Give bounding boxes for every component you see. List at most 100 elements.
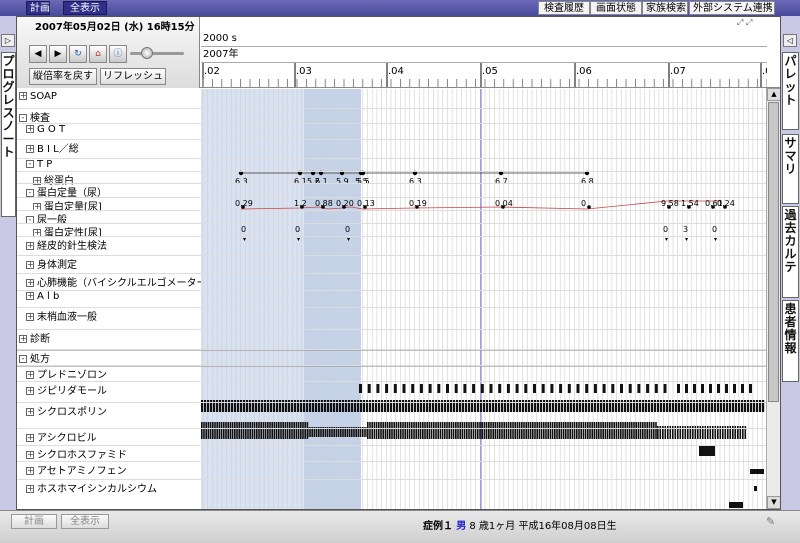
row-label[interactable]: + G O T: [17, 124, 201, 135]
expand-left-icon[interactable]: ▷: [1, 34, 15, 47]
expand-toggle-icon[interactable]: +: [26, 279, 34, 287]
summary-tab[interactable]: サマリ: [782, 134, 799, 204]
refresh-button[interactable]: リフレッシュ: [100, 68, 166, 85]
palette-tab[interactable]: パレット: [782, 52, 799, 130]
tp-value: 5.9: [336, 177, 349, 186]
past-karte-tab[interactable]: 過去カルテ: [782, 206, 799, 298]
cyclosporine-dose: [256, 422, 258, 439]
expand-toggle-icon[interactable]: +: [26, 261, 34, 269]
bottom-plan-button[interactable]: 計画: [11, 514, 57, 529]
family-search-button[interactable]: 家族検索: [642, 1, 688, 15]
row-label[interactable]: + B I L／総: [17, 140, 201, 155]
row-label[interactable]: + 心肺機能（バイシクルエルゴメーター）: [17, 274, 201, 289]
expand-toggle-icon[interactable]: +: [19, 335, 27, 343]
show-all-tab[interactable]: 全表示: [63, 1, 107, 15]
bottom-show-all-button[interactable]: 全表示: [61, 514, 109, 529]
expand-toggle-icon[interactable]: +: [19, 92, 27, 100]
cyclosporine-dose: [253, 422, 256, 439]
cyclosporine-dose: [620, 422, 622, 439]
row-label[interactable]: + SOAP: [17, 91, 201, 102]
row-label[interactable]: + 経皮的針生検法: [17, 237, 201, 252]
zoom-slider-knob[interactable]: [141, 47, 153, 59]
row-label[interactable]: + 末梢血液一般: [17, 308, 201, 323]
expand-toggle-icon[interactable]: +: [26, 434, 34, 442]
row-label[interactable]: + シクロスポリン: [17, 403, 201, 418]
cyclosporine-dose: [380, 422, 382, 439]
cyclosporine-dose: [424, 422, 426, 439]
expand-toggle-icon[interactable]: -: [26, 160, 34, 168]
cyclosporine-dose: [514, 422, 516, 439]
expand-toggle-icon[interactable]: +: [26, 145, 34, 153]
collapse-right-icon[interactable]: ◁: [783, 34, 797, 47]
prednisolone-dose: [701, 384, 704, 393]
row-label[interactable]: -T P: [17, 159, 201, 170]
row-label[interactable]: + アセトアミノフェン: [17, 462, 201, 477]
progress-note-tab[interactable]: プログレスノート: [1, 52, 16, 217]
info-icon[interactable]: ⓘ: [109, 45, 127, 63]
cyclosporine-dose: [386, 422, 389, 439]
expand-toggle-icon[interactable]: +: [26, 371, 34, 379]
expand-toggle-icon[interactable]: +: [26, 485, 34, 493]
expand-toggle-icon[interactable]: -: [19, 114, 27, 122]
row-label[interactable]: + プレドニゾロン: [17, 366, 201, 381]
expand-toggle-icon[interactable]: -: [19, 355, 27, 363]
control-area: 2007年05月02日 (水) 16時15分 ◀ ▶ ↻ ⌂ ⓘ 縦倍率を戻す …: [17, 17, 200, 88]
tp-value: 5.5: [357, 177, 370, 186]
row-label-text: 心肺機能（バイシクルエルゴメーター）: [37, 278, 201, 289]
prednisolone-dose: [541, 384, 545, 393]
plan-tab[interactable]: 計画: [26, 1, 50, 15]
urine-quant-value: 0.20: [336, 199, 354, 208]
cyclosporine-dose: [275, 422, 278, 439]
screen-state-button[interactable]: 画面状態: [590, 1, 642, 15]
vertical-scrollbar[interactable]: ▲ ▼: [766, 88, 780, 509]
cyclosporine-dose: [450, 422, 453, 439]
expand-toggle-icon[interactable]: +: [26, 387, 34, 395]
expand-toggle-icon[interactable]: +: [26, 242, 34, 250]
prednisolone-dose: [717, 384, 720, 393]
home-icon[interactable]: ⌂: [89, 45, 107, 63]
pin-icon[interactable]: ✎: [766, 515, 775, 528]
row-label[interactable]: - 検査: [17, 109, 201, 124]
row-label[interactable]: + ホスホマイシンカルシウム: [17, 480, 201, 495]
cyclosporine-dose: [404, 422, 406, 439]
cyclosporine-dose: [492, 422, 494, 439]
prednisolone-dose: [749, 384, 752, 393]
expand-toggle-icon[interactable]: +: [26, 408, 34, 416]
patient-info-tab[interactable]: 患者情報: [782, 300, 799, 382]
urine-qual-marker: [665, 238, 668, 241]
forward-arrow-icon[interactable]: ▶: [49, 45, 67, 63]
expand-toggle-icon[interactable]: +: [26, 292, 34, 300]
row-label[interactable]: + ジピリダモール: [17, 382, 201, 397]
scroll-down-icon[interactable]: ▼: [767, 496, 780, 509]
reset-scale-button[interactable]: 縦倍率を戻す: [29, 68, 97, 85]
cyclosporine-dose: [378, 422, 380, 439]
refresh-icon[interactable]: ↻: [69, 45, 87, 63]
expand-toggle-icon[interactable]: -: [26, 189, 34, 197]
zoom-slider-track[interactable]: [130, 52, 184, 55]
row-label[interactable]: + A l b: [17, 291, 201, 302]
row-label[interactable]: + アシクロビル: [17, 429, 201, 444]
urine-quant-value: 9.58: [661, 199, 679, 208]
cyclosporine-dose: [375, 422, 378, 439]
tick-label: .05: [482, 66, 498, 77]
exam-history-button[interactable]: 検査履歴: [538, 1, 590, 15]
prednisolone-dose: [480, 384, 484, 393]
expand-toggle-icon[interactable]: +: [26, 467, 34, 475]
row-label[interactable]: + 身体測定: [17, 256, 201, 271]
row-label-text: シクロスポリン: [37, 407, 107, 418]
cyclosporine-dose: [203, 422, 205, 439]
cyclosporine-dose: [547, 422, 549, 439]
scroll-up-icon[interactable]: ▲: [767, 88, 780, 101]
scroll-thumb[interactable]: [768, 102, 779, 402]
cyclosporine-dose: [441, 422, 444, 439]
prednisolone-dose: [709, 384, 712, 393]
row-label[interactable]: - 処方: [17, 350, 201, 365]
row-label[interactable]: + 診断: [17, 330, 201, 345]
back-arrow-icon[interactable]: ◀: [29, 45, 47, 63]
cyclosporine-dose: [477, 422, 479, 439]
expand-toggle-icon[interactable]: +: [26, 451, 34, 459]
row-label[interactable]: + シクロホスファミド: [17, 446, 201, 461]
expand-toggle-icon[interactable]: +: [26, 313, 34, 321]
external-system-button[interactable]: 外部システム連携: [689, 1, 775, 15]
expand-toggle-icon[interactable]: +: [26, 125, 34, 133]
